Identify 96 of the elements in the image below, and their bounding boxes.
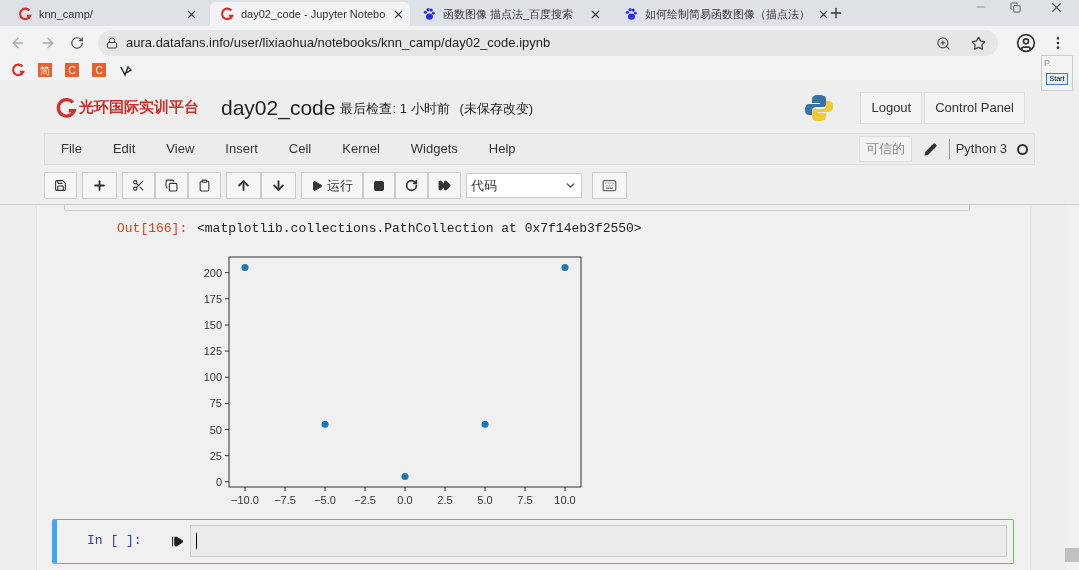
new-tab-icon[interactable] xyxy=(828,5,844,21)
data-point xyxy=(321,420,329,428)
menu-item[interactable]: Help xyxy=(488,139,516,159)
input-prompt: In [ ]: xyxy=(87,532,143,551)
paw-icon xyxy=(624,7,638,21)
restart-icon xyxy=(405,179,418,192)
url-text: aura.datafans.info/user/lixiaohua/notebooks/knn_camp/day02_code.ipynb xyxy=(126,34,552,53)
notebook-title[interactable]: day02_code xyxy=(221,91,336,124)
browser-tab[interactable]: 函数图像 描点法_百度搜索 xyxy=(412,2,612,26)
data-point xyxy=(241,263,249,271)
tab-title: knn_camp/ xyxy=(39,6,94,22)
copy-button[interactable] xyxy=(155,172,188,199)
x-tick-label: 5.0 xyxy=(477,493,493,506)
x-tick-label: −5.0 xyxy=(314,493,336,506)
output-prompt: Out[166]: xyxy=(117,220,189,238)
copy-icon xyxy=(165,179,178,192)
cell-type-dropdown[interactable]: 代码 xyxy=(466,173,582,198)
tab-title: day02_code - Jupyter Notebo xyxy=(241,6,386,22)
cut-button[interactable] xyxy=(122,172,155,199)
browser-tab[interactable]: day02_code - Jupyter Notebo xyxy=(210,2,410,26)
restart-button[interactable] xyxy=(395,172,428,199)
arrow-down-icon xyxy=(271,178,286,193)
checkpoint-status: 最后检查: 1 小时前 xyxy=(340,100,450,119)
profile-icon[interactable] xyxy=(1016,33,1036,53)
move-down-button[interactable] xyxy=(261,172,296,199)
insert-cell-button[interactable] xyxy=(82,172,117,199)
y-tick-label: 100 xyxy=(203,370,222,383)
reload-icon[interactable] xyxy=(70,36,84,50)
clipboard-icon xyxy=(198,179,211,192)
logo-icon xyxy=(11,63,25,77)
menu-item[interactable]: File xyxy=(61,139,82,159)
plus-icon xyxy=(92,178,107,193)
y-tick-label: 75 xyxy=(209,396,222,409)
menu-item[interactable]: Widgets xyxy=(410,139,458,159)
run-all-button[interactable] xyxy=(428,172,461,199)
menu-item[interactable]: Kernel xyxy=(342,139,380,159)
code-input[interactable] xyxy=(190,525,1007,557)
tab-title: 如何绘制简易函数图像（描点法） xyxy=(645,6,810,22)
tab-title: 函数图像 描点法_百度搜索 xyxy=(443,6,575,22)
y-tick-label: 125 xyxy=(203,344,222,357)
data-point xyxy=(561,263,569,271)
keyboard-icon xyxy=(602,178,617,193)
run-button[interactable]: 运行 xyxy=(301,172,363,199)
logo-icon xyxy=(55,96,77,119)
menu-item[interactable]: View xyxy=(166,139,195,159)
save-icon xyxy=(54,179,67,192)
extension-label: P. xyxy=(1044,57,1052,70)
python-logo-icon xyxy=(804,92,835,123)
menu-item[interactable]: Edit xyxy=(112,139,136,159)
y-tick-label: 200 xyxy=(203,266,222,279)
restore-icon[interactable] xyxy=(1010,2,1021,13)
save-button[interactable] xyxy=(44,172,77,199)
data-point xyxy=(481,420,489,428)
menu-item[interactable]: Cell xyxy=(288,139,312,159)
x-tick-label: 0.0 xyxy=(397,493,413,506)
bookmark-star-icon[interactable] xyxy=(971,35,986,51)
play-icon xyxy=(311,179,323,192)
x-tick-label: 10.0 xyxy=(554,493,576,506)
logo-icon xyxy=(220,7,234,21)
stop-icon xyxy=(373,179,385,192)
header-button[interactable]: Control Panel xyxy=(924,91,1025,124)
keyboard-button[interactable] xyxy=(592,172,627,199)
close-window-icon[interactable] xyxy=(1049,0,1064,15)
site-logo-text: 光环国际实训平台 xyxy=(79,97,199,118)
output-text: <matplotlib.collections.PathCollection at 0x7f14eb3f2550> xyxy=(197,220,642,238)
x-tick-label: 7.5 xyxy=(517,493,533,506)
x-tick-label: 2.5 xyxy=(437,493,453,506)
header-button[interactable]: Logout xyxy=(860,91,923,124)
data-point xyxy=(401,472,409,480)
edit-icon[interactable] xyxy=(923,142,937,156)
browser-tab[interactable]: 如何绘制简易函数图像（描点法） xyxy=(614,2,814,26)
y-tick-label: 25 xyxy=(209,449,222,462)
move-up-button[interactable] xyxy=(226,172,261,199)
code-cell[interactable]: In [ ]: xyxy=(52,518,1014,564)
menu-item[interactable]: Insert xyxy=(225,139,258,159)
autosave-status: (未保存改变) xyxy=(459,100,534,119)
logo-icon xyxy=(18,7,32,21)
lock-icon xyxy=(106,37,118,49)
address-bar[interactable]: aura.datafans.info/user/lixiaohua/notebooks/knn_camp/day02_code.ipynb xyxy=(98,30,998,56)
paste-button[interactable] xyxy=(188,172,221,199)
stop-button[interactable] xyxy=(363,172,395,199)
run-cell-icon[interactable] xyxy=(171,534,184,548)
zoom-icon[interactable] xyxy=(936,35,951,51)
y-tick-label: 0 xyxy=(215,475,222,488)
x-tick-label: −7.5 xyxy=(274,493,296,506)
paw-icon xyxy=(422,7,436,21)
kernel-name: Python 3 xyxy=(955,140,1007,159)
browser-tab[interactable]: knn_camp/ xyxy=(8,2,208,26)
y-tick-label: 50 xyxy=(209,423,222,435)
x-tick-label: −10.0 xyxy=(231,493,259,506)
y-tick-label: 150 xyxy=(203,318,222,331)
y-tick-label: 175 xyxy=(203,292,222,305)
scissors-icon xyxy=(132,179,145,192)
x-tick-label: −2.5 xyxy=(354,493,376,506)
fast-forward-icon xyxy=(438,179,451,192)
bookmark-icon[interactable] xyxy=(119,63,133,77)
